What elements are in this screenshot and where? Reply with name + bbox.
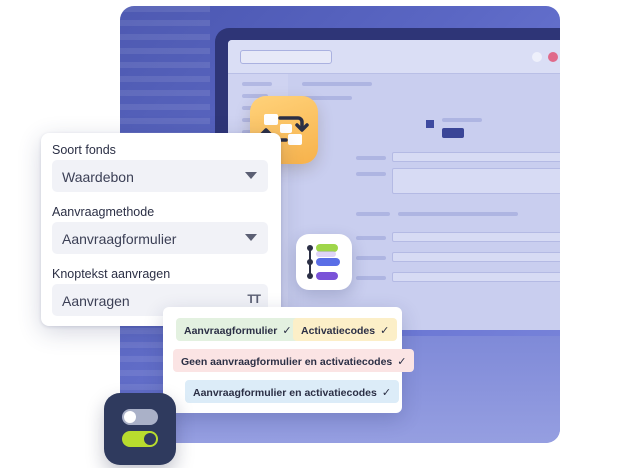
toggle-switch-icon [104, 393, 176, 465]
screen-org-select [240, 50, 332, 64]
text-format-icon[interactable]: TT [247, 292, 261, 306]
screen-notification-icon [548, 52, 558, 62]
screen-help-icon [532, 52, 542, 62]
knoptekst-label: Knoptekst aanvragen [52, 267, 171, 281]
check-icon: ✓ [380, 325, 390, 337]
screen-topbar [228, 40, 560, 74]
check-icon: ✓ [397, 356, 407, 368]
aanvraagmethode-select[interactable]: Aanvraagformulier [52, 222, 268, 254]
tag-geen-aanvraagformulier-en-activatiecodes[interactable]: Geen aanvraagformulier en activatiecodes… [173, 349, 415, 372]
tag-activatiecodes[interactable]: Activatiecodes ✓ [293, 318, 398, 341]
aanvraagmethode-label: Aanvraagmethode [52, 205, 155, 219]
knoptekst-value: Aanvragen [62, 293, 130, 309]
soort-fonds-label: Soort fonds [52, 143, 116, 157]
check-icon: ✓ [381, 387, 392, 399]
screen-content [294, 80, 560, 330]
tag-aanvraagformulier[interactable]: Aanvraagformulier ✓ [176, 318, 300, 341]
tags-card: Aanvraagformulier ✓ Activatiecodes ✓ Geen … [163, 307, 415, 413]
soort-fonds-select[interactable]: Waardebon [52, 160, 268, 192]
aanvraagmethode-value: Aanvraagformulier [62, 231, 177, 247]
soort-fonds-value: Waardebon [62, 169, 134, 185]
chevron-down-icon [245, 172, 257, 179]
tag-aanvraagformulier-en-activatiecodes[interactable]: Aanvraagformulier en activatiecodes ✓ [185, 380, 400, 403]
list-steps-icon [296, 234, 352, 290]
chevron-down-icon [245, 234, 257, 241]
fund-settings-form: Soort fonds Waardebon Aanvraagmethode Aa… [41, 133, 281, 326]
check-icon: ✓ [282, 325, 292, 337]
